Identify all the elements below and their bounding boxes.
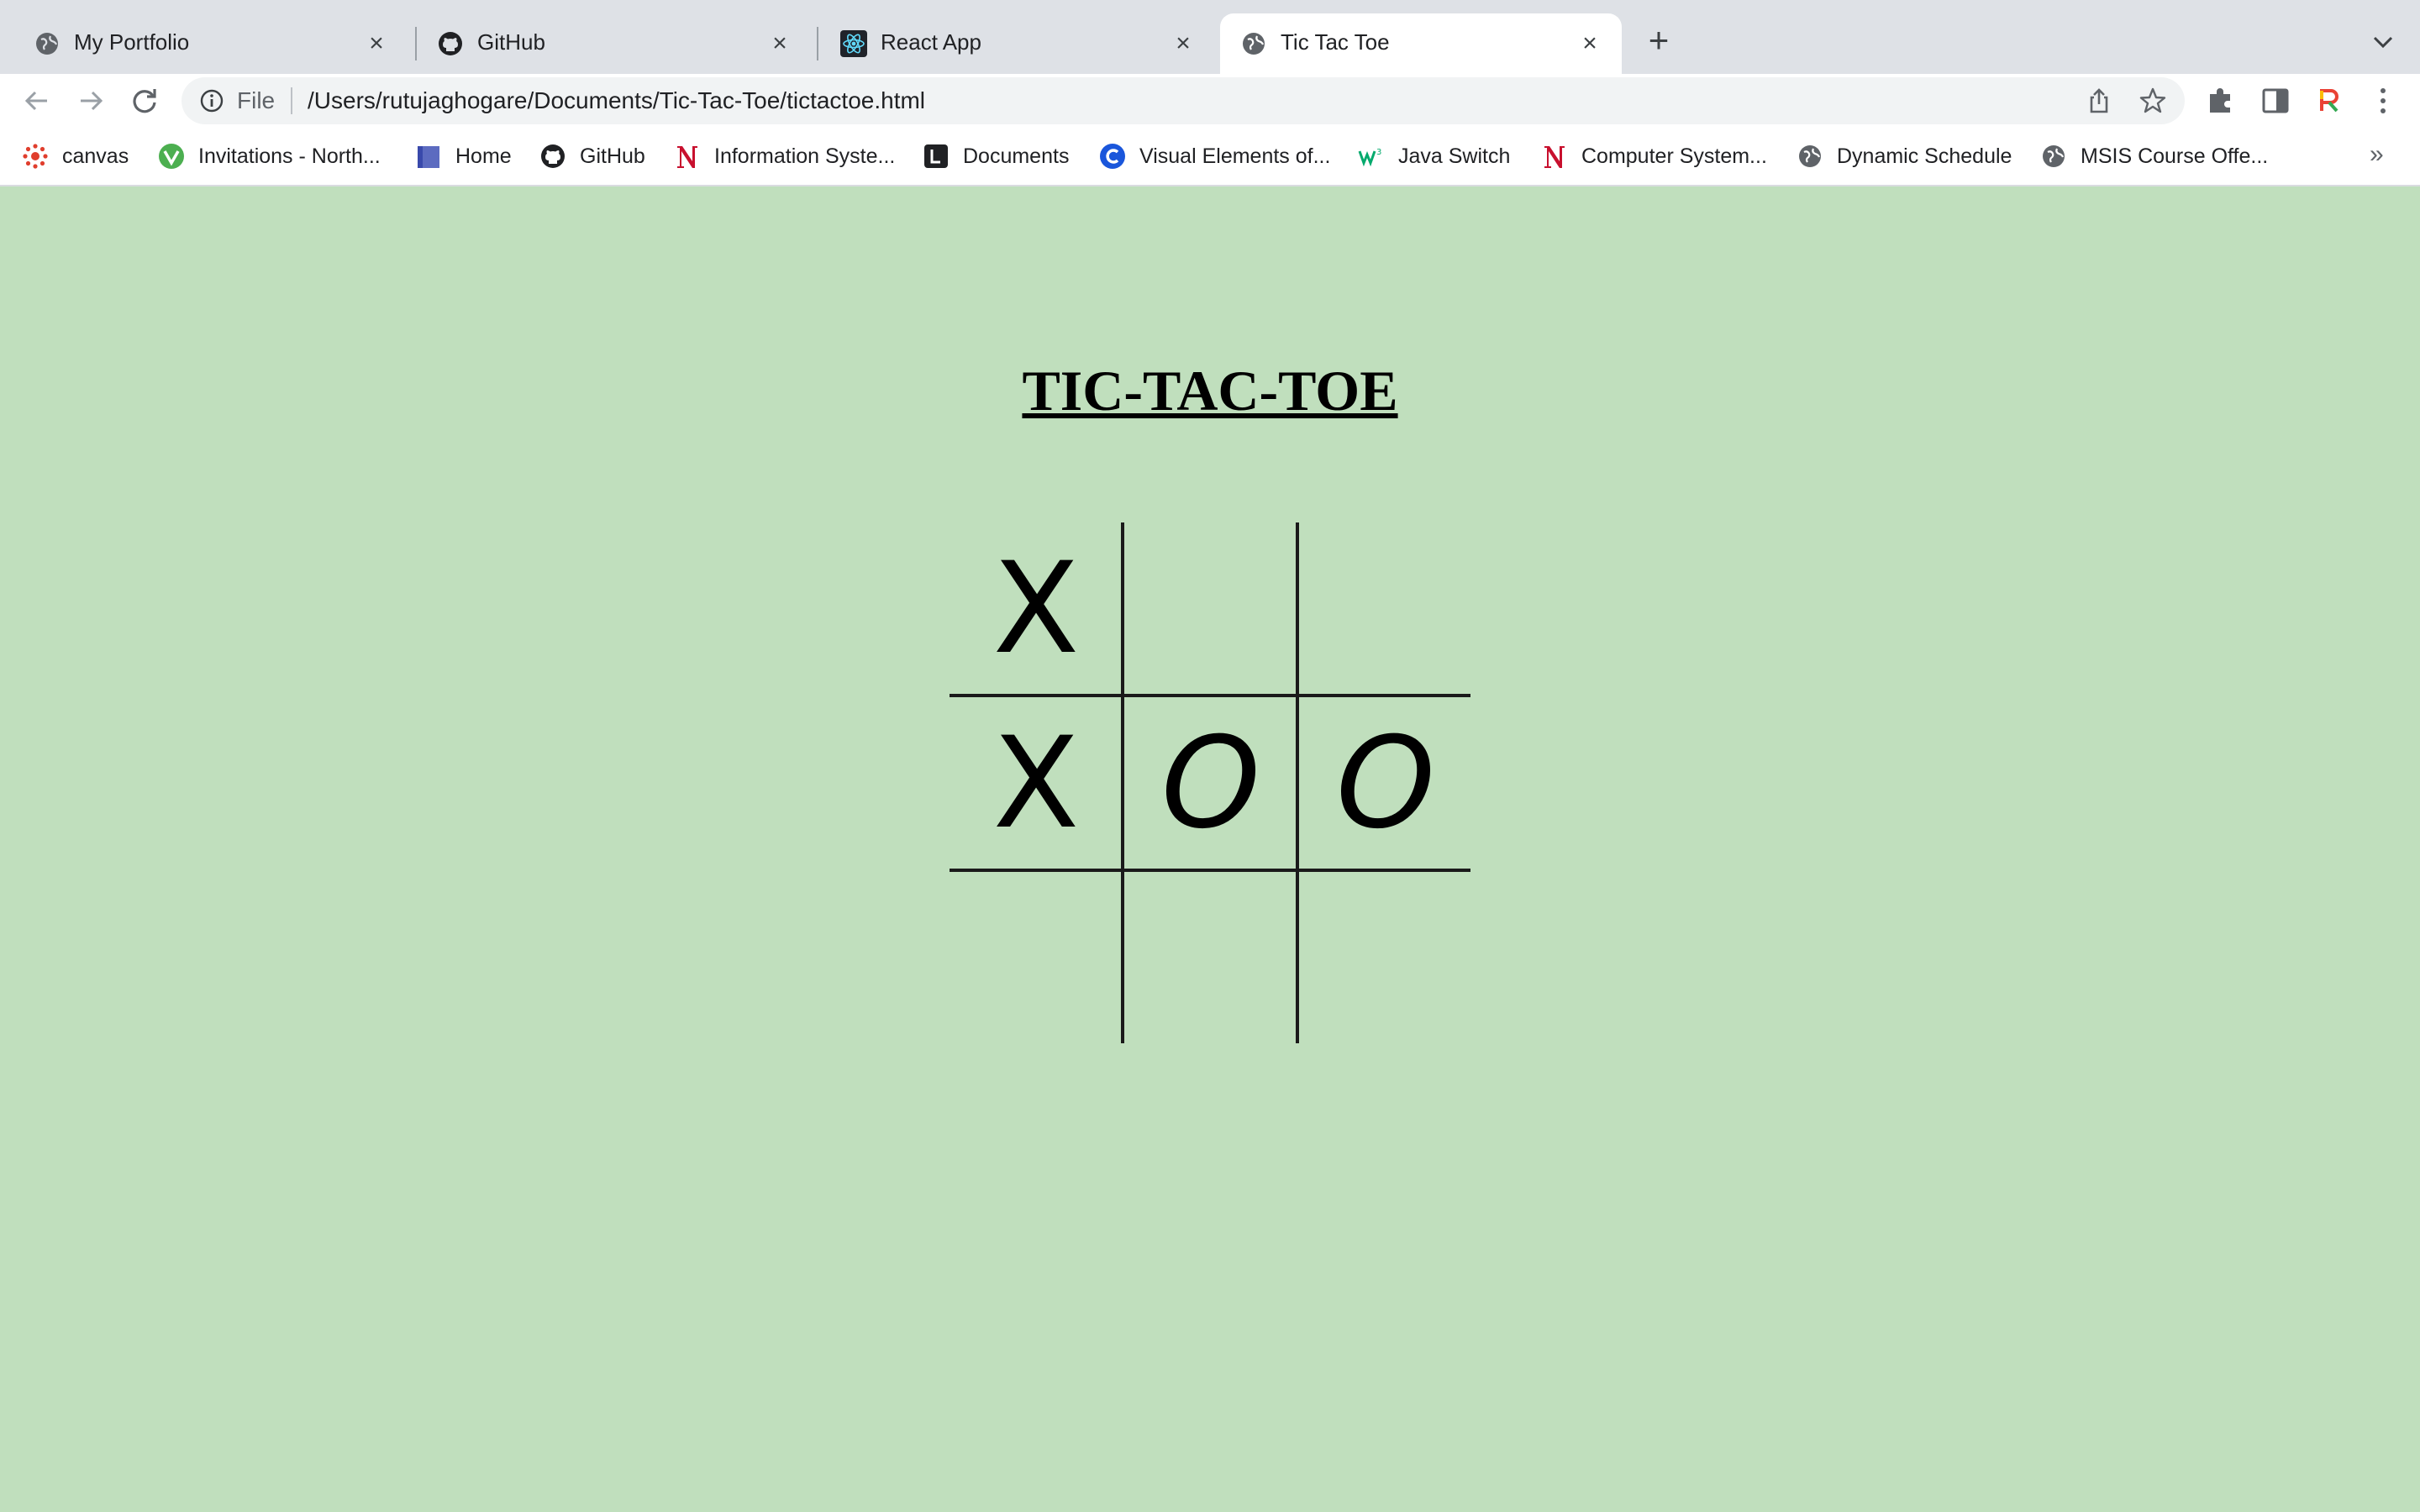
back-arrow-icon[interactable] <box>17 81 57 121</box>
bookmark-label: Information Syste... <box>714 144 896 168</box>
svg-text:3: 3 <box>1376 148 1381 157</box>
toolbar: File /Users/rutujaghogare/Documents/Tic-… <box>0 74 2420 128</box>
github-icon <box>541 144 565 168</box>
chevron-down-icon[interactable] <box>2366 25 2400 59</box>
canvas-icon <box>23 144 48 169</box>
book-icon <box>418 146 439 168</box>
info-icon[interactable] <box>198 87 225 114</box>
more-vertical-icon[interactable] <box>2365 82 2402 119</box>
board-cell[interactable] <box>1299 522 1472 696</box>
northeastern-icon <box>677 146 697 168</box>
bookmark-label: Invitations - North... <box>198 144 381 168</box>
reload-icon[interactable] <box>124 81 165 121</box>
address-bar[interactable]: File /Users/rutujaghogare/Documents/Tic-… <box>182 77 2185 124</box>
bookmark-label: Computer System... <box>1581 144 1767 168</box>
board-cell[interactable] <box>950 872 1123 1045</box>
bookmark-label: Home <box>455 144 512 168</box>
w3schools-icon: 3 <box>1358 148 1381 167</box>
tab-react-app[interactable]: React App × <box>820 13 1215 74</box>
tab-title: GitHub <box>477 29 545 55</box>
board-cell[interactable] <box>1124 872 1297 1045</box>
board-cell[interactable]: X <box>950 522 1123 696</box>
bookmark-star-icon[interactable] <box>2138 86 2168 116</box>
globe-icon <box>1243 33 1265 55</box>
bookmark-label: Java Switch <box>1398 144 1511 168</box>
board-cell[interactable]: O <box>1299 697 1472 870</box>
close-icon[interactable]: × <box>361 29 392 59</box>
tab-title: My Portfolio <box>74 29 190 55</box>
share-icon[interactable] <box>2084 86 2114 116</box>
tab-tic-tac-toe[interactable]: Tic Tac Toe × <box>1220 13 1622 74</box>
side-panel-icon[interactable] <box>2257 82 2294 119</box>
bookmark-label: canvas <box>62 144 129 168</box>
close-icon[interactable]: × <box>1168 29 1198 59</box>
globe-icon <box>2043 145 2065 167</box>
bookmarks-overflow-button[interactable]: » <box>2370 138 2384 171</box>
documents-icon <box>924 144 948 168</box>
close-icon[interactable]: × <box>765 29 795 59</box>
forward-arrow-icon[interactable] <box>71 81 111 121</box>
globe-icon <box>1799 145 1821 167</box>
tab-strip: My Portfolio × GitHub × React App × Tic … <box>0 0 2420 74</box>
board-cell[interactable]: O <box>1124 697 1297 870</box>
tab-my-portfolio[interactable]: My Portfolio × <box>13 13 408 74</box>
tab-title: React App <box>881 29 981 55</box>
page-title: TIC-TAC-TOE <box>1022 359 1398 423</box>
close-icon[interactable]: × <box>1575 29 1605 59</box>
profile-r-icon[interactable] <box>2311 82 2348 119</box>
bookmark-label: GitHub <box>580 144 645 168</box>
tab-separator <box>817 27 818 60</box>
game-board: X X O O <box>950 522 1470 1043</box>
tab-github[interactable]: GitHub × <box>417 13 812 74</box>
bookmark-label: Dynamic Schedule <box>1837 144 2012 168</box>
bookmark-label: Visual Elements of... <box>1139 144 1331 168</box>
new-tab-button[interactable]: + <box>1640 23 1677 60</box>
github-icon <box>439 32 462 55</box>
board-cell[interactable]: X <box>950 697 1123 870</box>
c-icon <box>1100 144 1125 169</box>
browser-chrome: My Portfolio × GitHub × React App × Tic … <box>0 0 2420 186</box>
url-text[interactable]: /Users/rutujaghogare/Documents/Tic-Tac-T… <box>308 86 925 116</box>
react-icon <box>840 30 867 57</box>
extensions-puzzle-icon[interactable] <box>2203 82 2240 119</box>
url-scheme-label: File <box>237 87 276 113</box>
board-cell[interactable] <box>1299 872 1472 1045</box>
board-cell[interactable] <box>1124 522 1297 696</box>
bookmark-label: MSIS Course Offe... <box>2081 144 2269 168</box>
invitations-icon <box>159 144 184 169</box>
northeastern-icon <box>1544 146 1565 168</box>
globe-icon <box>36 33 58 55</box>
bookmark-label: Documents <box>963 144 1070 168</box>
bookmarks-bar: canvas Invitations - North... Home GitHu… <box>0 128 2420 186</box>
omnibox-divider <box>291 87 292 114</box>
tab-title: Tic Tac Toe <box>1281 29 1390 55</box>
